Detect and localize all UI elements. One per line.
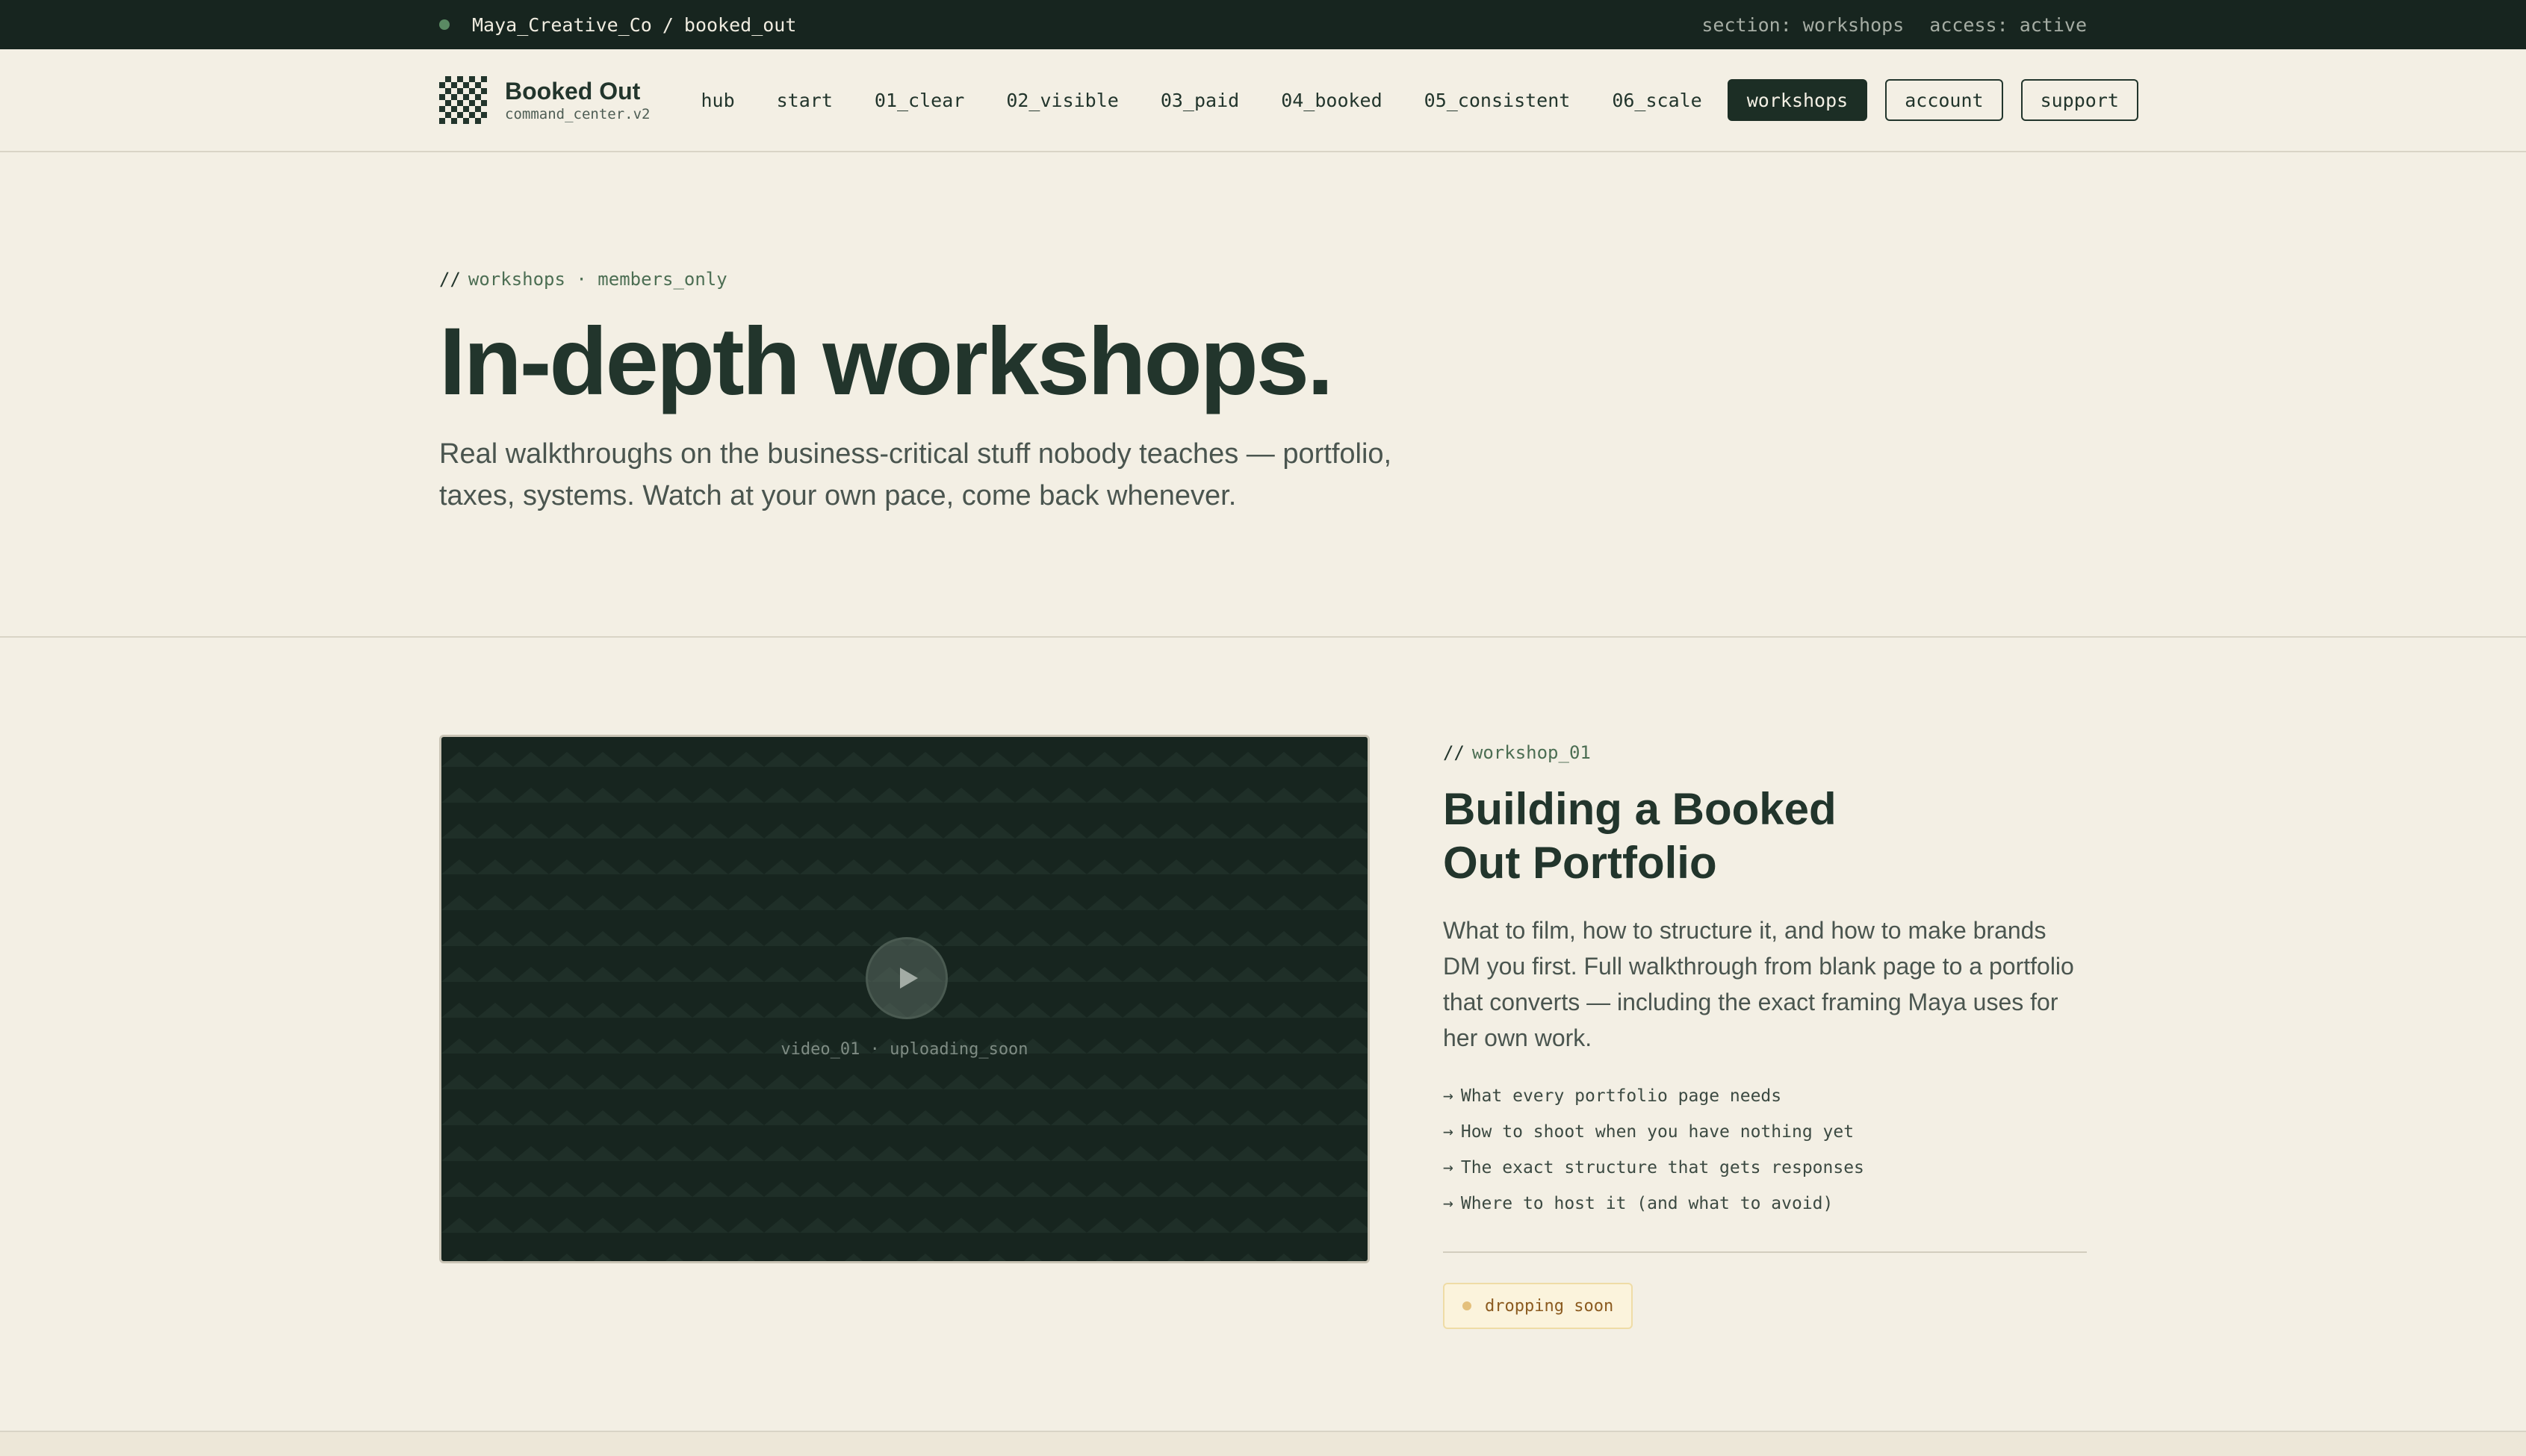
breadcrumb: Maya_Creative_Co / booked_out	[439, 14, 796, 36]
account-button[interactable]: account	[1885, 79, 2003, 121]
workshop-topics: → What every portfolio page needs → How to…	[1443, 1078, 2087, 1222]
arrow-right-icon: →	[1443, 1086, 1453, 1106]
breadcrumb-separator: /	[662, 13, 674, 36]
checkerboard-logo-icon	[439, 76, 487, 124]
video-status-label: video_01 · uploading_soon	[781, 1040, 1028, 1059]
nav-link-scale[interactable]: 06_scale	[1591, 90, 1722, 111]
play-button[interactable]	[866, 937, 948, 1019]
topic-text: What every portfolio page needs	[1460, 1086, 1782, 1106]
section-indicator: section: workshops	[1701, 13, 1905, 36]
play-icon	[900, 968, 918, 989]
section-divider	[0, 636, 2526, 638]
eyebrow-slash: //	[439, 269, 461, 290]
nav-link-start[interactable]: start	[756, 90, 854, 111]
workshop-description: What to film, how to structure it, and h…	[1443, 917, 2074, 1051]
hero-section: // workshops · members_only In-depth work…	[439, 269, 1560, 517]
status-badge-label: dropping soon	[1485, 1296, 1614, 1316]
breadcrumb-project[interactable]: booked_out	[684, 14, 797, 36]
nav-link-hub[interactable]: hub	[680, 90, 755, 111]
list-item: → Where to host it (and what to avoid)	[1443, 1186, 2087, 1222]
list-item: → What every portfolio page needs	[1443, 1078, 2087, 1114]
status-dot-icon	[439, 19, 450, 30]
list-item: → How to shoot when you have nothing yet	[1443, 1114, 2087, 1150]
status-badge: dropping soon	[1443, 1283, 1633, 1329]
breadcrumb-workspace[interactable]: Maya_Creative_Co	[472, 14, 652, 36]
arrow-right-icon: →	[1443, 1158, 1453, 1177]
nav-workshops-button[interactable]: workshops	[1727, 79, 1868, 121]
access-indicator: access: active	[1929, 13, 2087, 36]
arrow-right-icon: →	[1443, 1194, 1453, 1213]
workshop-eyebrow-text: workshop_01	[1471, 742, 1591, 763]
nav-link-clear[interactable]: 01_clear	[854, 90, 985, 111]
details-divider	[1443, 1251, 2087, 1253]
nav-links: hub start 01_clear 02_visible 03_paid 04…	[680, 79, 2138, 121]
nav-link-booked[interactable]: 04_booked	[1260, 90, 1403, 111]
arrow-right-icon: →	[1443, 1122, 1453, 1142]
brand-logo[interactable]: Booked Out command_center.v2	[439, 76, 650, 124]
brand-name: Booked Out	[505, 78, 641, 105]
nav-link-consistent[interactable]: 05_consistent	[1403, 90, 1592, 111]
session-meta: section: workshops access: active	[1701, 14, 2087, 36]
top-status-bar: Maya_Creative_Co / booked_out section: w…	[0, 0, 2526, 49]
badge-dot-icon	[1462, 1301, 1471, 1310]
page-subtitle: Real walkthroughs on the business-critic…	[439, 438, 1392, 511]
brand-subtitle: command_center.v2	[505, 106, 651, 122]
topic-text: How to shoot when you have nothing yet	[1460, 1122, 1855, 1142]
workshop-details: // workshop_01 Building a Booked Out Port…	[1443, 742, 2087, 1329]
page-title: In-depth workshops.	[439, 308, 1334, 415]
topic-text: Where to host it (and what to avoid)	[1460, 1194, 1834, 1213]
support-button[interactable]: support	[2020, 79, 2138, 121]
main-navigation: Booked Out command_center.v2 hub start 0…	[0, 49, 2526, 152]
next-section-edge	[0, 1431, 2526, 1456]
list-item: → The exact structure that gets responses	[1443, 1150, 2087, 1186]
topic-text: The exact structure that gets responses	[1460, 1158, 1864, 1177]
workshop-title: Building a Booked Out Portfolio	[1443, 784, 1837, 888]
video-player[interactable]: video_01 · uploading_soon	[439, 735, 1370, 1263]
workshop-eyebrow-slash: //	[1443, 742, 1465, 763]
hero-eyebrow: // workshops · members_only	[439, 269, 1560, 290]
nav-link-visible[interactable]: 02_visible	[985, 90, 1140, 111]
eyebrow-text: workshops · members_only	[468, 269, 727, 290]
workshop-eyebrow: // workshop_01	[1443, 742, 2087, 763]
nav-link-paid[interactable]: 03_paid	[1140, 90, 1260, 111]
